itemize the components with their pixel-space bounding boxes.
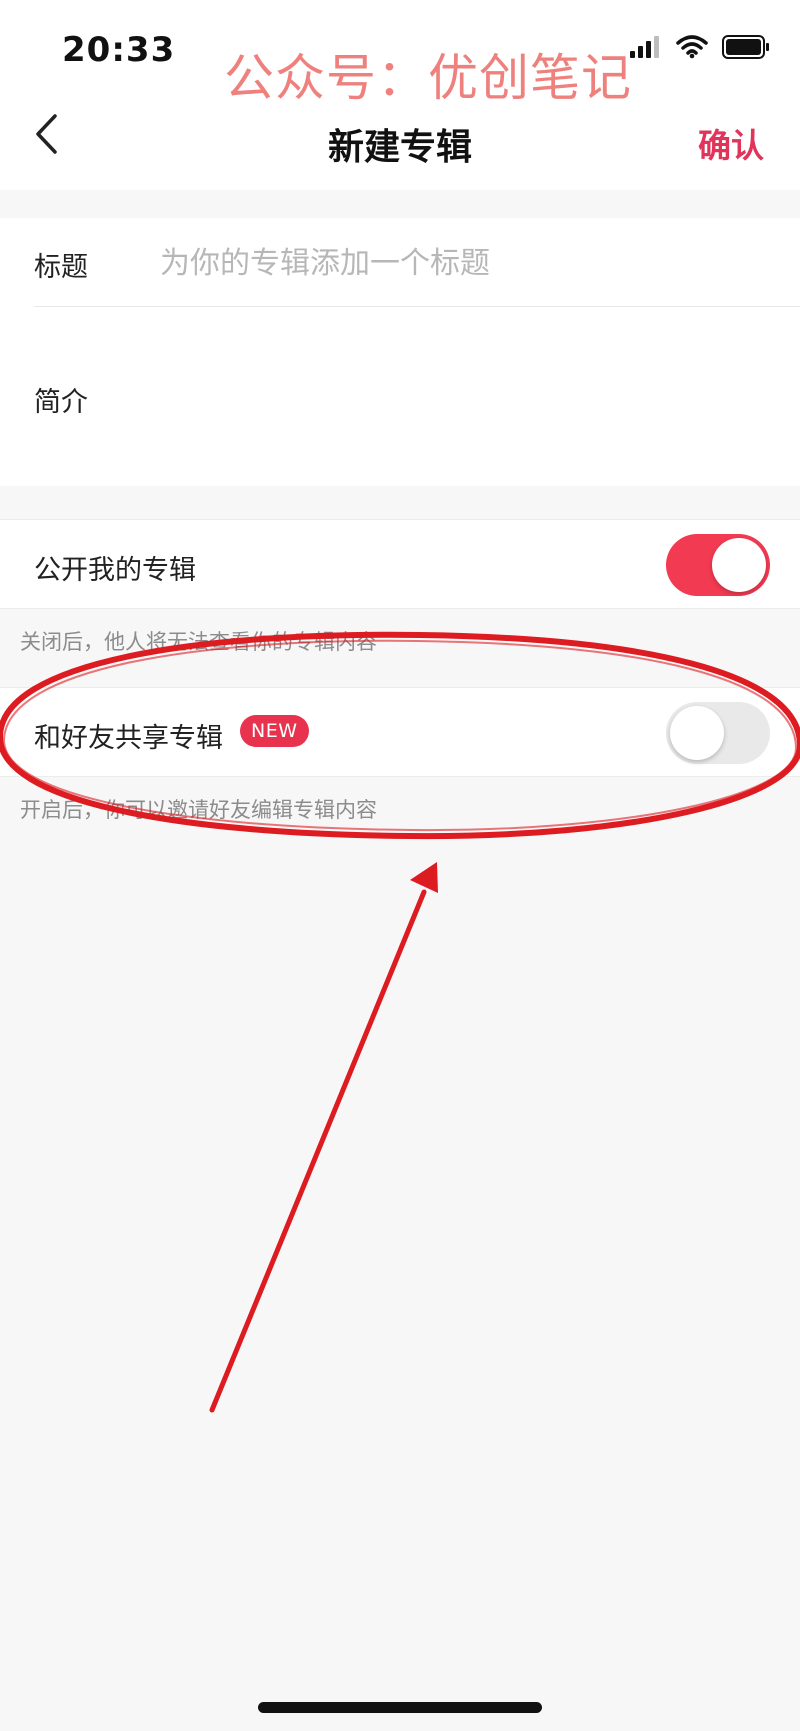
share-album-switch[interactable] xyxy=(666,702,770,764)
title-label: 标题 xyxy=(34,252,88,283)
form-divider xyxy=(34,306,800,307)
intro-input[interactable] xyxy=(160,368,760,468)
status-icons xyxy=(630,35,770,63)
share-album-label: 和好友共享专辑 xyxy=(34,723,223,754)
new-badge: NEW xyxy=(240,715,309,747)
public-album-hint: 关闭后，他人将无法查看你的专辑内容 xyxy=(20,630,377,654)
title-input[interactable] xyxy=(160,238,760,288)
public-album-label: 公开我的专辑 xyxy=(34,555,196,586)
switch-knob xyxy=(670,706,724,760)
annotation-arrow-head xyxy=(410,862,438,893)
home-indicator xyxy=(258,1702,542,1713)
switch-knob xyxy=(712,538,766,592)
page-title: 新建专辑 xyxy=(327,127,472,168)
status-time: 20:33 xyxy=(62,30,176,70)
watermark-text: 公众号：优创笔记 xyxy=(224,49,632,107)
confirm-button[interactable]: 确认 xyxy=(698,119,764,167)
public-album-switch[interactable] xyxy=(666,534,770,596)
share-album-hint: 开启后，你可以邀请好友编辑专辑内容 xyxy=(20,798,377,822)
share-album-row: 和好友共享专辑 NEW xyxy=(0,687,800,777)
wifi-icon xyxy=(676,35,708,63)
intro-label: 简介 xyxy=(34,387,88,418)
annotation-arrow-line xyxy=(209,889,427,1413)
album-form: 标题 简介 xyxy=(0,218,800,486)
signal-icon xyxy=(630,36,662,62)
public-album-row: 公开我的专辑 xyxy=(0,519,800,609)
battery-icon xyxy=(722,35,770,63)
